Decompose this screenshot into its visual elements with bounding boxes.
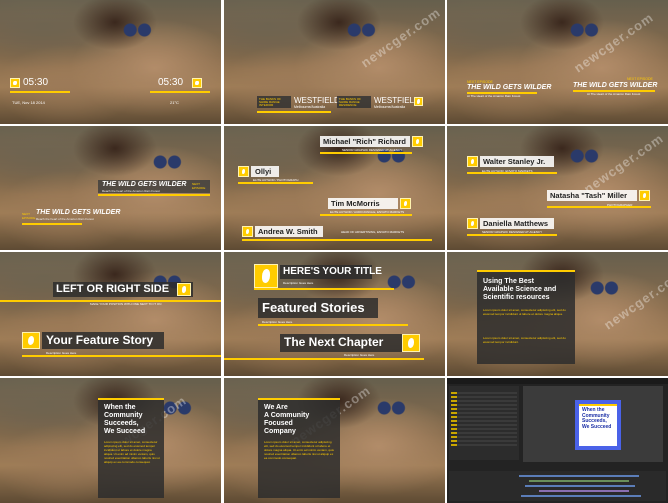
sub-3: Description Goes Here xyxy=(344,353,375,357)
body: Lorem ipsum dolor sit amet, consectetur … xyxy=(104,440,160,464)
kicker-right: NEXT EPISODE xyxy=(627,77,653,81)
tile-science-text[interactable]: newcger.com Using The Best Available Sci… xyxy=(447,252,668,376)
comp-heading: When the Community Succeeds, We Succeed xyxy=(582,407,612,430)
tile-wild-gets-wilder[interactable]: newcger.com NEXT EPISODE THE WILD GETS W… xyxy=(447,0,668,124)
left-date: TUE, Nov 18 2014 xyxy=(12,100,45,105)
right-temp: 21°C xyxy=(170,100,179,105)
body-1: Lorem ipsum dolor sit amet, consectetur … xyxy=(483,308,566,316)
sub-1: MAKE YOUR POSITION WITH ONE NEXT TO IT O… xyxy=(90,302,162,306)
title-b: THE WILD GETS WILDER xyxy=(36,209,121,216)
left-westfield: WESTFIELD xyxy=(294,96,340,105)
name-3: Daniella Matthews xyxy=(483,219,549,228)
tile-community-focused[interactable]: newcger.com We Are A Community Focused C… xyxy=(224,378,445,503)
comp-preview: When the Community Succeeds, We Succeed xyxy=(575,400,621,450)
title-left: THE WILD GETS WILDER xyxy=(467,84,552,91)
heading: When the Community Succeeds, We Succeed xyxy=(104,404,146,435)
title-3: The Next Chapter xyxy=(284,335,384,349)
body-2: Lorem ipsum dolor sit amet, consectetur … xyxy=(483,336,566,344)
left-block-text: THE BANKS OF SHIRE RANGE INTERIOR xyxy=(259,97,282,108)
sub-1: Description Goes Here xyxy=(283,281,314,285)
tile-community-succeeds[interactable]: newcger.com When the Community Succeeds,… xyxy=(0,378,221,503)
left-location: Melbourne/Australia xyxy=(294,105,326,109)
tile-left-right-side[interactable]: LEFT OR RIGHT SIDE MAKE YOUR POSITION WI… xyxy=(0,252,221,376)
tile-clock-weather[interactable]: 05:30 TUE, Nov 18 2014 05:30 21°C xyxy=(0,0,221,124)
tile-name-titles-b[interactable]: newcger.com Walter Stanley Jr. ELITE AUT… xyxy=(447,126,668,250)
heading: We Are A Community Focused Company xyxy=(264,404,310,435)
title-2: Your Feature Story xyxy=(46,333,154,347)
title-1: HERE'S YOUR TITLE xyxy=(283,266,382,277)
clock-icon xyxy=(10,78,20,88)
left-time: 05:30 xyxy=(23,77,49,88)
thumbnail-grid: 05:30 TUE, Nov 18 2014 05:30 21°C newcge… xyxy=(0,0,668,503)
title-a: THE WILD GETS WILDER xyxy=(102,181,187,188)
sub-a: Reach the heart of the Amazon Rain Fores… xyxy=(102,189,160,193)
tile-westfield[interactable]: newcger.com THE BANKS OF SHIRE RANGE INT… xyxy=(224,0,445,124)
heading: Using The Best Available Science and Sci… xyxy=(483,278,557,301)
right-time: 05:30 xyxy=(158,77,184,88)
menu-bar[interactable] xyxy=(447,378,668,384)
title-2: Featured Stories xyxy=(262,300,365,315)
right-location: Melbourne/Australia xyxy=(374,105,406,109)
sunglasses-decor xyxy=(120,22,154,38)
title-1: LEFT OR RIGHT SIDE xyxy=(56,283,170,295)
right-block-text: THE BANKS OF SHIRE RANGE RESIDENCE xyxy=(339,97,362,108)
side-a: NEXT EPISODE xyxy=(192,182,206,190)
tile-after-effects-ui[interactable]: When the Community Succeeds, We Succeed xyxy=(447,378,668,503)
sub-right: At The Heart of the Amazon Rain Forest xyxy=(587,92,641,96)
name-1: Walter Stanley Jr. xyxy=(483,157,546,166)
right-westfield: WESTFIELD xyxy=(374,96,420,105)
weather-icon xyxy=(192,78,202,88)
body: Lorem ipsum dolor sit amet, consectetur … xyxy=(264,440,334,460)
project-panel[interactable] xyxy=(449,386,519,460)
role-4: HEAD OF ADVERTISING, ENVATO MARKETS xyxy=(341,230,405,234)
title-right: THE WILD GETS WILDER xyxy=(573,82,658,89)
side-b: NEXT EPISODE xyxy=(22,212,36,220)
timeline-panel[interactable] xyxy=(449,471,666,501)
name-2: Natasha "Tash" Miller xyxy=(550,191,627,200)
sub-left: At The Heart of the Amazon Rain Forest xyxy=(467,94,521,98)
tile-name-titles-a[interactable]: Michael "Rich" Richard SENIOR GRAPHIC DE… xyxy=(224,126,445,250)
tile-headlines[interactable]: HERE'S YOUR TITLE Description Goes Here … xyxy=(224,252,445,376)
name-2: Ollyi xyxy=(255,167,272,176)
name-4: Andrea W. Smith xyxy=(258,227,318,236)
sub-b: Reach the heart of the Amazon Rain Fores… xyxy=(36,217,94,221)
name-1: Michael "Rich" Richard xyxy=(323,137,406,146)
tile-wild-next-episode[interactable]: THE WILD GETS WILDER Reach the heart of … xyxy=(0,126,221,250)
name-3: Tim McMorris xyxy=(331,199,380,208)
